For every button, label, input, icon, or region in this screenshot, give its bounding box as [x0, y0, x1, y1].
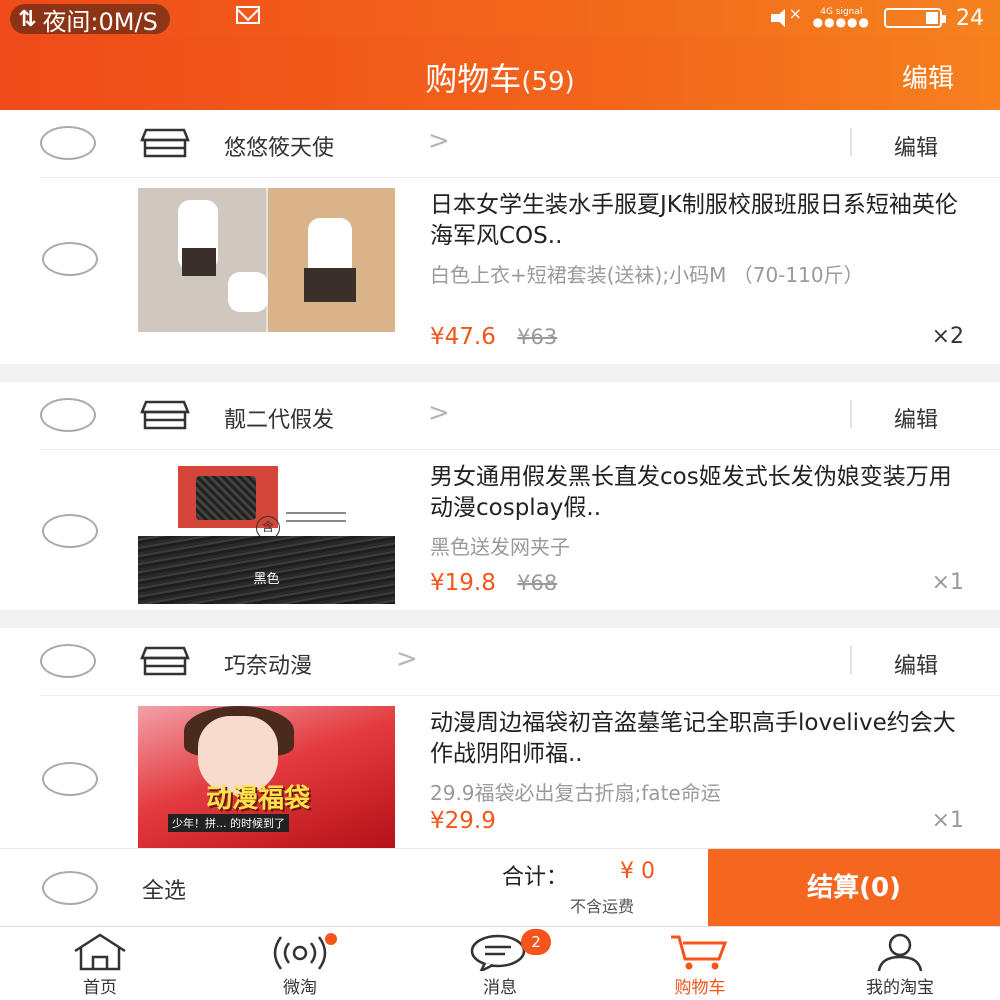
product-title[interactable]: 日本女学生装水手服夏JK制服校服班服日系短袖英伦海军风COS.. [430, 190, 970, 252]
cart-list[interactable]: 悠悠筱天使 > 编辑 日本女学生装水手服夏JK制服校服班服日系短袖英伦海军风CO… [0, 110, 1000, 848]
image-caption: 少年！拼... 的时候到了 [168, 814, 289, 832]
tab-messages[interactable]: 2 消息 [400, 927, 600, 1000]
price-row: ¥47.6 ¥63 [430, 324, 557, 350]
cart-item[interactable]: 动漫福袋 少年！拼... 的时候到了 动漫周边福袋初音盗墓笔记全职高手lovel… [0, 696, 1000, 848]
cart-count: (59) [521, 67, 575, 97]
tab-cart[interactable]: 购物车 [600, 927, 800, 1000]
notification-dot [325, 933, 337, 945]
speed-indicator: ⇅ 夜间:0M/S [10, 4, 170, 36]
tab-home[interactable]: 首页 [0, 927, 200, 1000]
shop-select-checkbox[interactable] [40, 644, 96, 678]
select-all-checkbox[interactable] [42, 871, 98, 905]
home-icon [74, 933, 126, 971]
tab-label: 首页 [83, 978, 117, 998]
item-select-checkbox[interactable] [42, 514, 98, 548]
item-select-checkbox[interactable] [42, 762, 98, 796]
shop-edit-button[interactable]: 编辑 [894, 402, 938, 434]
price: ¥47.6 [430, 324, 496, 350]
product-image[interactable] [138, 188, 395, 332]
shop-header: 巧奈动漫 > 编辑 [40, 628, 1000, 696]
store-icon [140, 646, 190, 676]
product-image[interactable]: 动漫福袋 少年！拼... 的时候到了 [138, 706, 395, 848]
price: ¥29.9 [430, 808, 496, 834]
signal-icon: 4G signal ●●●●● [812, 7, 870, 29]
user-icon [877, 933, 923, 972]
shop-group: 靓二代假发 > 编辑 含 黑色 男女通用假发黑长直发cos姬发式长发伪娘变装万用… [0, 382, 1000, 610]
title-text: 购物车 [425, 60, 522, 98]
chevron-right-icon[interactable]: > [396, 644, 418, 674]
quantity: ×1 [931, 808, 964, 833]
quantity: ×1 [931, 570, 964, 595]
total-value: ¥ 0 [620, 859, 655, 884]
price-row: ¥19.8 ¥68 [430, 570, 557, 596]
shop-edit-button[interactable]: 编辑 [894, 648, 938, 680]
product-title[interactable]: 动漫周边福袋初音盗墓笔记全职高手lovelive约会大作战阴阳师福.. [430, 708, 970, 770]
chevron-right-icon[interactable]: > [428, 126, 450, 156]
shop-edit-button[interactable]: 编辑 [894, 130, 938, 162]
message-badge: 2 [521, 929, 551, 955]
product-title[interactable]: 男女通用假发黑长直发cos姬发式长发伪娘变装万用动漫cosplay假.. [430, 462, 970, 524]
tab-bar: 首页 微淘 2 消息 购物车 我的淘宝 [0, 926, 1000, 1000]
product-spec[interactable]: 白色上衣+短裙套装(送袜);小码M （70-110斤） [430, 262, 950, 289]
cart-header: 购物车(59) 编辑 [0, 36, 1000, 110]
shop-name[interactable]: 巧奈动漫 [224, 648, 312, 680]
shop-group: 巧奈动漫 > 编辑 动漫福袋 少年！拼... 的时候到了 动漫周边福袋初音盗墓笔… [0, 628, 1000, 848]
chevron-right-icon[interactable]: > [428, 398, 450, 428]
store-icon [140, 128, 190, 158]
sync-icon: ⇅ [18, 6, 37, 32]
checkout-button[interactable]: 结算(0) [708, 849, 1000, 927]
original-price: ¥63 [517, 325, 558, 349]
product-image[interactable]: 含 黑色 [138, 460, 395, 604]
product-spec[interactable]: 29.9福袋必出复古折扇;fate命运 [430, 780, 950, 807]
tab-label: 购物车 [674, 978, 726, 998]
tab-label: 我的淘宝 [866, 978, 934, 998]
shop-name[interactable]: 悠悠筱天使 [224, 130, 334, 162]
store-icon [140, 400, 190, 430]
item-select-checkbox[interactable] [42, 242, 98, 276]
shop-name[interactable]: 靓二代假发 [224, 402, 334, 434]
image-caption: 黑色 [253, 572, 280, 587]
select-all-label[interactable]: 全选 [142, 873, 186, 905]
product-spec[interactable]: 黑色送发网夹子 [430, 534, 950, 561]
speed-text: 夜间:0M/S [42, 7, 158, 36]
tab-my-taobao[interactable]: 我的淘宝 [800, 927, 1000, 1000]
divider [850, 646, 852, 674]
shop-group: 悠悠筱天使 > 编辑 日本女学生装水手服夏JK制服校服班服日系短袖英伦海军风CO… [0, 110, 1000, 364]
status-bar: ⇅ 夜间:0M/S × 4G signal ●●●●● 24 [0, 0, 1000, 36]
tab-weitao[interactable]: 微淘 [200, 927, 400, 1000]
checkout-bar: 全选 合计： ¥ 0 不含运费 结算(0) [0, 848, 1000, 927]
battery-icon [884, 8, 946, 28]
cart-item[interactable]: 含 黑色 男女通用假发黑长直发cos姬发式长发伪娘变装万用动漫cosplay假.… [0, 450, 1000, 610]
battery-level: 24 [956, 5, 984, 31]
price: ¥19.8 [430, 570, 496, 596]
cart-item[interactable]: 日本女学生装水手服夏JK制服校服班服日系短袖英伦海军风COS.. 白色上衣+短裙… [0, 178, 1000, 364]
divider [850, 400, 852, 428]
shop-select-checkbox[interactable] [40, 398, 96, 432]
page-title: 购物车(59) [0, 54, 1000, 100]
tab-label: 微淘 [283, 978, 317, 998]
shipping-note: 不含运费 [570, 897, 635, 916]
cart-icon [671, 935, 728, 970]
original-price: ¥68 [517, 571, 558, 595]
shop-select-checkbox[interactable] [40, 126, 96, 160]
quantity: ×2 [931, 324, 964, 349]
edit-button[interactable]: 编辑 [902, 58, 954, 95]
image-label: 动漫福袋 [206, 784, 311, 814]
tab-label: 消息 [483, 978, 517, 998]
price-row: ¥29.9 [430, 808, 496, 834]
divider [850, 128, 852, 156]
total-label: 合计： [502, 865, 569, 890]
shop-header: 靓二代假发 > 编辑 [40, 382, 1000, 450]
mail-icon [236, 6, 260, 24]
shop-header: 悠悠筱天使 > 编辑 [40, 110, 1000, 178]
mute-icon: × [770, 4, 802, 28]
